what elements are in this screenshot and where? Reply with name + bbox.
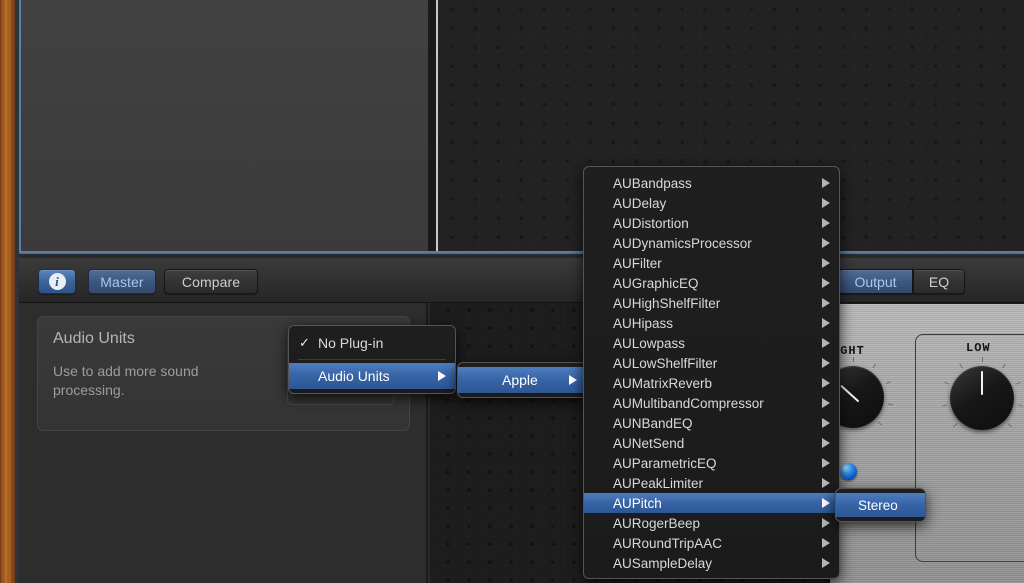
- menu-item-audistortion[interactable]: AUDistortion: [584, 213, 839, 233]
- menu-item-aumatrixreverb[interactable]: AUMatrixReverb: [584, 373, 839, 393]
- chevron-right-icon: [822, 398, 830, 408]
- menu-item-label: AUDistortion: [613, 215, 689, 231]
- menu-item-label: AULowShelfFilter: [613, 355, 718, 371]
- plugin-selection-menu[interactable]: ✓ No Plug-in Audio Units: [288, 325, 456, 394]
- menu-item-label: AUPitch: [613, 495, 662, 511]
- master-button[interactable]: Master: [88, 269, 156, 294]
- menu-item-label: AUBandpass: [613, 175, 692, 191]
- menu-item-label: AUGraphicEQ: [613, 275, 699, 291]
- menu-item-label: Audio Units: [318, 368, 390, 384]
- vendor-submenu[interactable]: Apple: [457, 362, 587, 398]
- menu-item-stereo[interactable]: Stereo: [836, 493, 925, 517]
- knob-tick: [982, 357, 983, 362]
- menu-item-auroundtripaac[interactable]: AURoundTripAAC: [584, 533, 839, 553]
- menu-item-aulowpass[interactable]: AULowpass: [584, 333, 839, 353]
- chevron-right-icon: [822, 378, 830, 388]
- menu-item-auhipass[interactable]: AUHipass: [584, 313, 839, 333]
- right-knob-pointer: [840, 384, 860, 403]
- menu-item-label: AUParametricEQ: [613, 455, 717, 471]
- app-window: i Master Compare Audio Units Use to add …: [0, 0, 1024, 583]
- low-knob-pointer: [981, 371, 983, 395]
- audio-units-card-title: Audio Units: [53, 330, 135, 347]
- low-knob[interactable]: [942, 357, 1023, 430]
- menu-item-label: AUNBandEQ: [613, 415, 693, 431]
- menu-item-label: AURogerBeep: [613, 515, 701, 531]
- tab-output[interactable]: Output: [838, 269, 913, 294]
- compare-button[interactable]: Compare: [164, 269, 258, 294]
- track-canvas-panel[interactable]: [19, 0, 429, 253]
- chevron-right-icon: [822, 258, 830, 268]
- menu-item-label: AUMultibandCompressor: [613, 395, 764, 411]
- low-knob-label: LOW: [966, 341, 991, 355]
- chevron-right-icon: [822, 278, 830, 288]
- menu-item-aunetsend[interactable]: AUNetSend: [584, 433, 839, 453]
- menu-item-label: Stereo: [858, 497, 898, 513]
- chevron-right-icon: [822, 458, 830, 468]
- chevron-right-icon: [822, 538, 830, 548]
- chevron-right-icon: [822, 318, 830, 328]
- chevron-right-icon: [569, 375, 577, 385]
- knob-tick: [853, 357, 854, 362]
- channel-config-submenu[interactable]: Stereo: [835, 488, 926, 522]
- checkmark-icon: ✓: [299, 335, 310, 350]
- chevron-right-icon: [822, 498, 830, 508]
- chevron-right-icon: [822, 218, 830, 228]
- menu-item-aubandpass[interactable]: AUBandpass: [584, 173, 839, 193]
- menu-item-label: No Plug-in: [318, 335, 384, 351]
- menu-item-audynamicsprocessor[interactable]: AUDynamicsProcessor: [584, 233, 839, 253]
- menu-item-apple[interactable]: Apple: [458, 367, 586, 393]
- menu-item-label: AUHipass: [613, 315, 674, 331]
- chevron-right-icon: [822, 178, 830, 188]
- info-circle-icon: i: [48, 273, 66, 290]
- menu-item-auhighshelffilter[interactable]: AUHighShelfFilter: [584, 293, 839, 313]
- track-canvas-texture: [21, 0, 428, 251]
- menu-item-aumultibandcompressor[interactable]: AUMultibandCompressor: [584, 393, 839, 413]
- menu-item-label: AULowpass: [613, 335, 686, 351]
- chevron-right-icon: [822, 478, 830, 488]
- menu-item-augraphiceq[interactable]: AUGraphicEQ: [584, 273, 839, 293]
- chevron-right-icon: [822, 418, 830, 428]
- menu-item-label: AUSampleDelay: [613, 555, 713, 571]
- menu-item-no-plugin[interactable]: ✓ No Plug-in: [289, 330, 455, 356]
- menu-item-label: AUMatrixReverb: [613, 375, 713, 391]
- wood-edge-strip: [0, 0, 15, 583]
- chevron-right-icon: [822, 338, 830, 348]
- menu-item-auparametriceq[interactable]: AUParametricEQ: [584, 453, 839, 473]
- chevron-right-icon: [438, 371, 446, 381]
- menu-item-label: AUHighShelfFilter: [613, 295, 721, 311]
- panel-divider-dark: [431, 0, 433, 253]
- menu-item-label: AUNetSend: [613, 435, 685, 451]
- chevron-right-icon: [822, 518, 830, 528]
- chevron-right-icon: [822, 298, 830, 308]
- menu-item-aulowshelffilter[interactable]: AULowShelfFilter: [584, 353, 839, 373]
- menu-item-aupitch[interactable]: AUPitch: [584, 493, 839, 513]
- menu-item-label: Apple: [502, 372, 538, 388]
- chevron-right-icon: [822, 438, 830, 448]
- menu-item-label: AUDynamicsProcessor: [613, 235, 752, 251]
- menu-item-ausampledelay[interactable]: AUSampleDelay: [584, 553, 839, 573]
- menu-item-label: AUFilter: [613, 255, 662, 271]
- menu-separator: [298, 359, 446, 360]
- menu-item-label: AUDelay: [613, 195, 667, 211]
- chevron-right-icon: [822, 238, 830, 248]
- menu-item-aurogerbeep[interactable]: AURogerBeep: [584, 513, 839, 533]
- info-button[interactable]: i: [38, 269, 76, 294]
- menu-item-label: AUPeakLimiter: [613, 475, 704, 491]
- menu-item-aupeaklimiter[interactable]: AUPeakLimiter: [584, 473, 839, 493]
- chevron-right-icon: [822, 358, 830, 368]
- menu-item-aunbandeq[interactable]: AUNBandEQ: [584, 413, 839, 433]
- chevron-right-icon: [822, 198, 830, 208]
- audio-units-plugin-list-menu[interactable]: AUBandpass AUDelay AUDistortion AUDynamicsP…: [583, 166, 840, 579]
- blue-led-indicator[interactable]: [840, 463, 857, 480]
- menu-item-aufilter[interactable]: AUFilter: [584, 253, 839, 273]
- menu-item-audelay[interactable]: AUDelay: [584, 193, 839, 213]
- chevron-right-icon: [822, 558, 830, 568]
- menu-item-label: AURoundTripAAC: [613, 535, 723, 551]
- menu-item-audio-units[interactable]: Audio Units: [289, 363, 455, 389]
- tab-eq[interactable]: EQ: [913, 269, 965, 294]
- audio-units-card-description: Use to add more sound processing.: [53, 363, 199, 398]
